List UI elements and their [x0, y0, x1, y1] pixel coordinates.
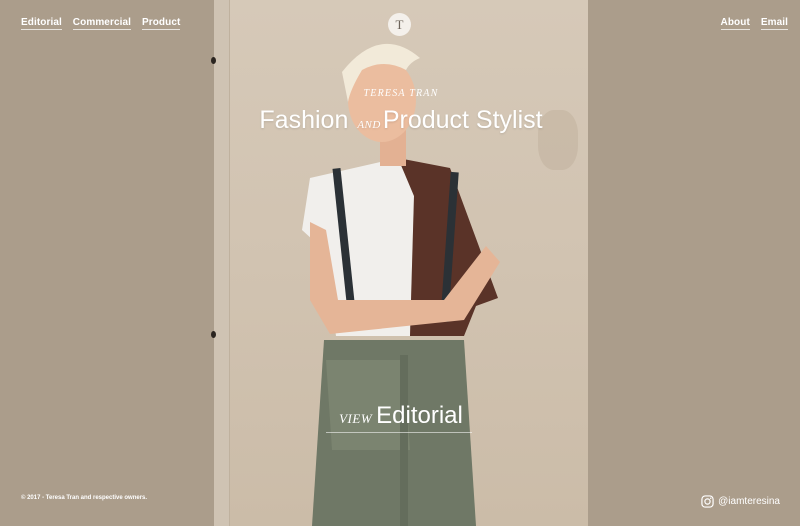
nav-link-email[interactable]: Email [760, 17, 788, 30]
cta-view-label: VIEW [339, 411, 373, 426]
copyright-text: © 2017 - Teresa Tran and respective owne… [21, 495, 148, 501]
cta-underline [326, 432, 472, 433]
model-figure [302, 43, 500, 526]
nav-link-commercial[interactable]: Commercial [72, 17, 132, 30]
nav-link-product[interactable]: Product [141, 17, 181, 30]
primary-nav: Editorial Commercial Product [21, 17, 188, 30]
instagram-link[interactable]: @iamteresina [701, 495, 780, 508]
logo-letter: T [395, 16, 404, 32]
title-part-1: Fashion [259, 106, 349, 134]
nav-link-about[interactable]: About [720, 17, 750, 30]
title-and: AND [357, 119, 381, 131]
hero-photo [214, 0, 588, 526]
hero-name: TERESA TRAN [363, 88, 439, 99]
title-part-2: Product Stylist [382, 106, 543, 134]
instagram-handle: @iamteresina [718, 496, 780, 507]
secondary-nav: About Email [713, 17, 788, 30]
logo[interactable]: T [388, 13, 411, 36]
wall-hole [211, 57, 216, 64]
hero-title: Fashion ANDProduct Stylist [214, 106, 588, 135]
right-background-panel [588, 0, 800, 526]
cta-category-label: Editorial [376, 402, 463, 429]
nav-link-editorial[interactable]: Editorial [21, 17, 62, 30]
wall-hole [211, 331, 216, 338]
view-editorial-link[interactable]: VIEW Editorial [214, 402, 588, 430]
instagram-icon [701, 495, 714, 508]
left-background-panel [0, 0, 214, 526]
